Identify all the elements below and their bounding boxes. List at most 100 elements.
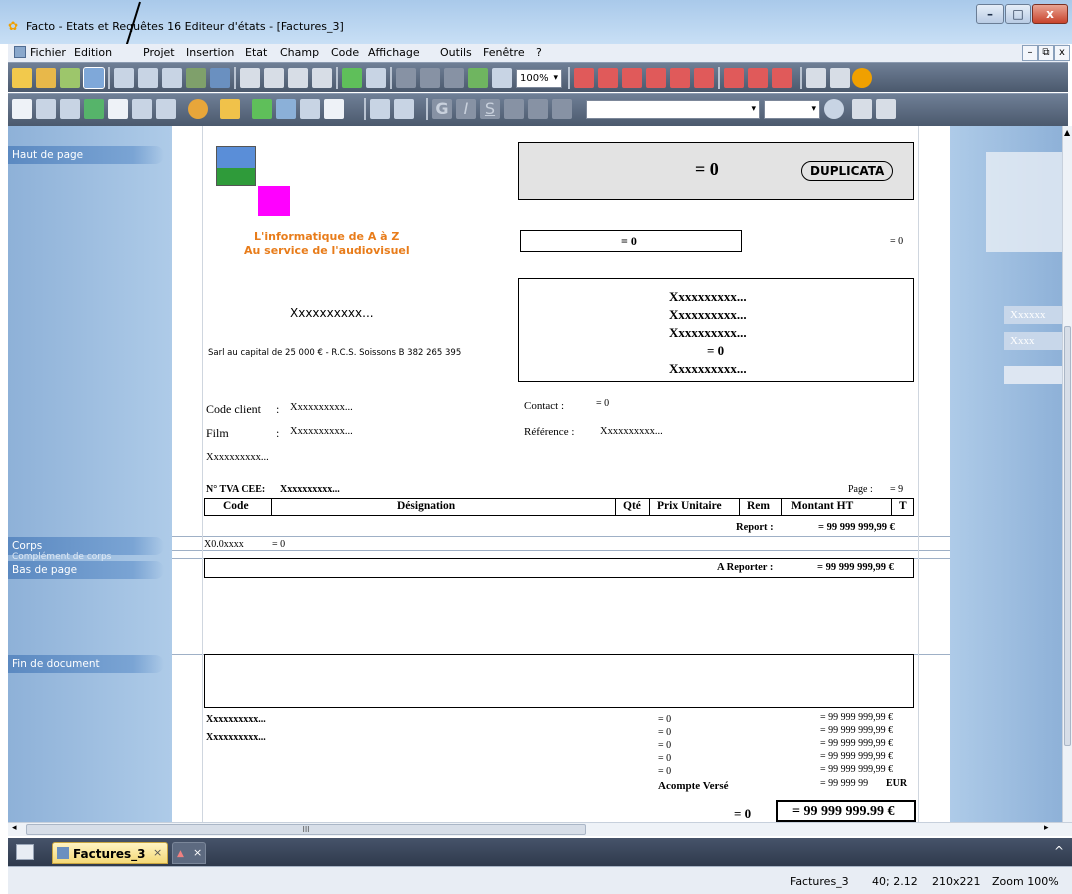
repeat-icon[interactable] <box>444 68 464 88</box>
totals-mid-4[interactable]: = 0 <box>658 753 671 764</box>
text-tool-icon[interactable] <box>300 99 320 119</box>
menu-outils[interactable]: Outils <box>440 46 472 59</box>
col-montant-ht[interactable]: Montant HT <box>791 500 853 512</box>
totals-right-2[interactable]: = 99 999 999,99 € <box>820 725 893 736</box>
align-top-icon[interactable] <box>574 68 594 88</box>
company-line2[interactable]: Au service de l'audiovisuel <box>244 244 410 257</box>
totals-left-1[interactable]: Xxxxxxxxxx... <box>206 714 266 725</box>
same-height-icon[interactable] <box>748 68 768 88</box>
close-button[interactable]: x <box>1032 4 1068 24</box>
totals-right-1[interactable]: = 99 999 999,99 € <box>820 712 893 723</box>
print-preview-icon[interactable] <box>162 68 182 88</box>
barcode-tool-icon[interactable] <box>108 99 128 119</box>
cut-icon[interactable] <box>240 68 260 88</box>
minimize-button[interactable]: – <box>976 4 1004 24</box>
horizontal-scrollbar[interactable]: ◂ III ▸ <box>8 822 1072 836</box>
table-tool-icon[interactable] <box>276 99 296 119</box>
menu-affichage[interactable]: Affichage <box>368 46 420 59</box>
send-back-icon[interactable] <box>876 99 896 119</box>
center-horizontal-icon[interactable] <box>670 68 690 88</box>
code-client-label[interactable]: Code client <box>206 402 261 417</box>
label-tool-icon[interactable] <box>12 99 32 119</box>
menu-etat[interactable]: Etat <box>245 46 267 59</box>
grid-icon[interactable] <box>806 68 826 88</box>
underline-icon[interactable]: S <box>480 99 500 119</box>
image-tool-icon[interactable] <box>84 99 104 119</box>
final-formula[interactable]: = 0 <box>734 806 751 822</box>
font-name-select[interactable]: ▾ <box>586 100 760 119</box>
align-bottom-icon[interactable] <box>598 68 618 88</box>
pane-toggle-icon[interactable] <box>16 844 34 860</box>
col-qte[interactable]: Qté <box>623 500 641 512</box>
film-label[interactable]: Film <box>206 426 229 441</box>
reference-value[interactable]: Xxxxxxxxxx... <box>600 426 663 437</box>
mdi-close-button[interactable]: x <box>1054 45 1070 61</box>
totals-right-5[interactable]: = 99 999 999,99 € <box>820 764 893 775</box>
format-brush-icon[interactable] <box>312 68 332 88</box>
menu-insertion[interactable]: Insertion <box>186 46 234 59</box>
page-value[interactable]: = 9 <box>890 484 903 495</box>
tab-secondary[interactable]: ▲ × <box>172 842 206 864</box>
space-evenly-icon[interactable] <box>772 68 792 88</box>
legal-mention[interactable]: Sarl au capital de 25 000 € - R.C.S. Soi… <box>208 348 461 358</box>
same-width-icon[interactable] <box>724 68 744 88</box>
totals-right-3[interactable]: = 99 999 999,99 € <box>820 738 893 749</box>
align-center-text-icon[interactable] <box>528 99 548 119</box>
column-width-icon[interactable] <box>114 68 134 88</box>
areporter-frame[interactable]: A Reporter : = 99 999 999,99 € <box>204 558 914 578</box>
zoom-select[interactable]: 100% ▾ <box>516 69 562 88</box>
menu-code[interactable]: Code <box>331 46 359 59</box>
band-header[interactable]: Haut de page <box>8 146 164 164</box>
vertical-scroll-thumb[interactable] <box>1064 326 1071 746</box>
duplicata-frame[interactable]: = 0 DUPLICATA <box>518 142 914 200</box>
font-size-select[interactable]: ▾ <box>764 100 820 119</box>
align-right-icon[interactable] <box>646 68 666 88</box>
rtf-tool-icon[interactable] <box>132 99 152 119</box>
company-name[interactable]: Xxxxxxxxxx... <box>290 306 374 320</box>
acompte-value[interactable]: = 99 999 99 <box>820 778 868 789</box>
paste-icon[interactable] <box>288 68 308 88</box>
align-left-icon[interactable] <box>622 68 642 88</box>
magenta-block[interactable] <box>258 186 290 216</box>
col-prix-unitaire[interactable]: Prix Unitaire <box>657 500 722 512</box>
scroll-up-icon[interactable]: ▲ <box>1064 128 1070 137</box>
totals-left-2[interactable]: Xxxxxxxxxx... <box>206 732 266 743</box>
tab-close-icon[interactable]: × <box>153 846 162 859</box>
reference-label[interactable]: Référence : <box>524 426 574 438</box>
col-code[interactable]: Code <box>223 500 249 512</box>
body-code[interactable]: X0.0xxxx <box>204 539 244 550</box>
bold-icon[interactable]: G <box>432 99 452 119</box>
totals-right-4[interactable]: = 99 999 999,99 € <box>820 751 893 762</box>
item-tool-icon[interactable] <box>36 99 56 119</box>
tva-value[interactable]: Xxxxxxxxxx... <box>280 484 340 495</box>
menu-projet[interactable]: Projet <box>143 46 175 59</box>
scroll-left-icon[interactable]: ◂ <box>12 823 17 833</box>
page-label[interactable]: Page : <box>848 484 873 495</box>
align-left-text-icon[interactable] <box>504 99 524 119</box>
invoice-number-frame[interactable]: = 0 <box>520 230 742 252</box>
bring-front-icon[interactable] <box>852 99 872 119</box>
report-value[interactable]: = 99 999 999,99 € <box>818 522 895 533</box>
sort-icon[interactable] <box>342 68 362 88</box>
menu-edition[interactable]: Edition <box>74 46 112 59</box>
menu-fenetre[interactable]: Fenêtre <box>483 46 525 59</box>
checkbox-tool-icon[interactable] <box>252 99 272 119</box>
code-icon[interactable] <box>468 68 488 88</box>
scroll-right-icon[interactable]: ▸ <box>1044 823 1049 833</box>
image-placeholder-icon[interactable] <box>216 146 256 186</box>
contact-label[interactable]: Contact : <box>524 400 564 412</box>
end-document-frame[interactable] <box>204 654 914 708</box>
tab-factures3[interactable]: Factures_3 × <box>52 842 168 864</box>
print-icon[interactable] <box>138 68 158 88</box>
image-icon[interactable] <box>186 68 206 88</box>
mdi-minimize-button[interactable]: – <box>1022 45 1038 61</box>
delete-icon[interactable] <box>492 68 512 88</box>
acompte-currency[interactable]: EUR <box>886 778 907 789</box>
subreport-icon[interactable] <box>370 99 390 119</box>
undo-icon[interactable] <box>396 68 416 88</box>
col-t[interactable]: T <box>899 500 907 512</box>
open-icon[interactable] <box>36 68 56 88</box>
shape-tool-icon[interactable] <box>220 99 240 119</box>
band-end[interactable]: Fin de document <box>8 655 164 673</box>
tab-close-icon[interactable]: × <box>193 846 202 859</box>
